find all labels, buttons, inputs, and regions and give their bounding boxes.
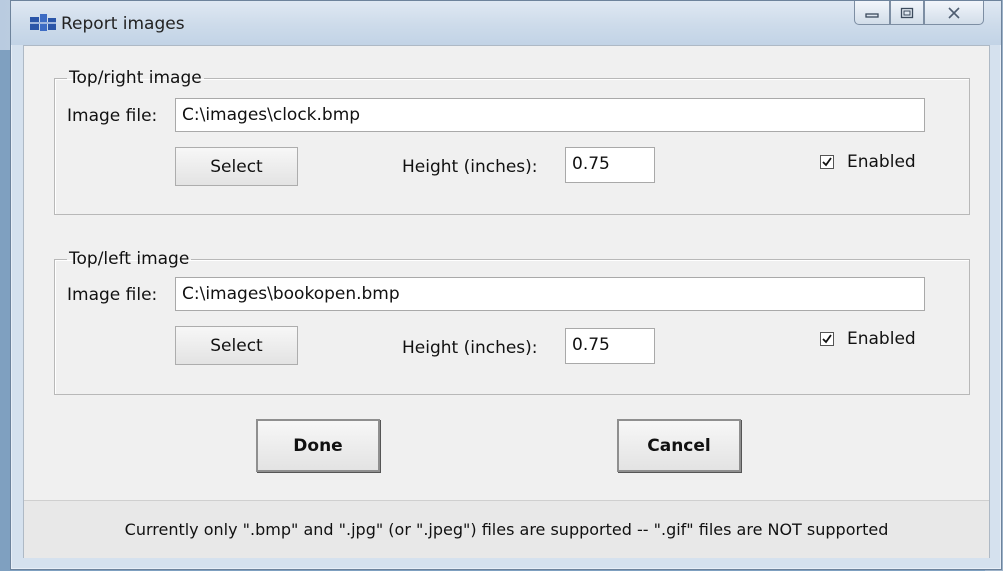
select-button[interactable]: Select	[175, 147, 298, 186]
image-file-field[interactable]: C:\images\clock.bmp	[175, 98, 925, 132]
title-bar[interactable]: Report images	[11, 1, 1001, 45]
enabled-label: Enabled	[847, 152, 916, 172]
image-file-label: Image file:	[67, 285, 158, 305]
status-text: Currently only ".bmp" and ".jpg" (or ".j…	[124, 520, 889, 539]
top-left-image-group: Top/left image Image file: C:\images\boo…	[54, 249, 970, 395]
checkbox-checked-icon	[820, 155, 834, 169]
minimize-button[interactable]	[854, 1, 890, 25]
minimize-icon	[865, 12, 879, 18]
checkbox-checked-icon	[820, 332, 834, 346]
cancel-button[interactable]: Cancel	[617, 419, 741, 472]
maximize-icon	[900, 7, 914, 18]
enabled-checkbox[interactable]	[820, 155, 834, 169]
top-right-image-group: Top/right image Image file: C:\images\cl…	[54, 68, 970, 215]
image-file-field[interactable]: C:\images\bookopen.bmp	[175, 277, 925, 311]
maximize-button[interactable]	[890, 1, 924, 25]
enabled-label: Enabled	[847, 329, 916, 349]
image-file-label: Image file:	[67, 106, 158, 126]
done-button[interactable]: Done	[256, 419, 380, 472]
close-icon	[948, 6, 960, 19]
height-field[interactable]: 0.75	[565, 328, 655, 364]
close-button[interactable]	[924, 1, 984, 25]
dialog-body: Top/right image Image file: C:\images\cl…	[23, 45, 990, 558]
app-icon	[30, 14, 56, 31]
enabled-checkbox[interactable]	[820, 332, 834, 346]
report-images-dialog: Report images Top/right image Image file…	[10, 0, 1002, 570]
group-title: Top/left image	[69, 249, 190, 269]
status-bar: Currently only ".bmp" and ".jpg" (or ".j…	[24, 500, 989, 558]
height-field[interactable]: 0.75	[565, 147, 655, 183]
select-button[interactable]: Select	[175, 326, 298, 365]
height-label: Height (inches):	[402, 157, 538, 177]
height-label: Height (inches):	[402, 338, 538, 358]
window-title: Report images	[61, 14, 185, 34]
group-title: Top/right image	[69, 68, 202, 88]
